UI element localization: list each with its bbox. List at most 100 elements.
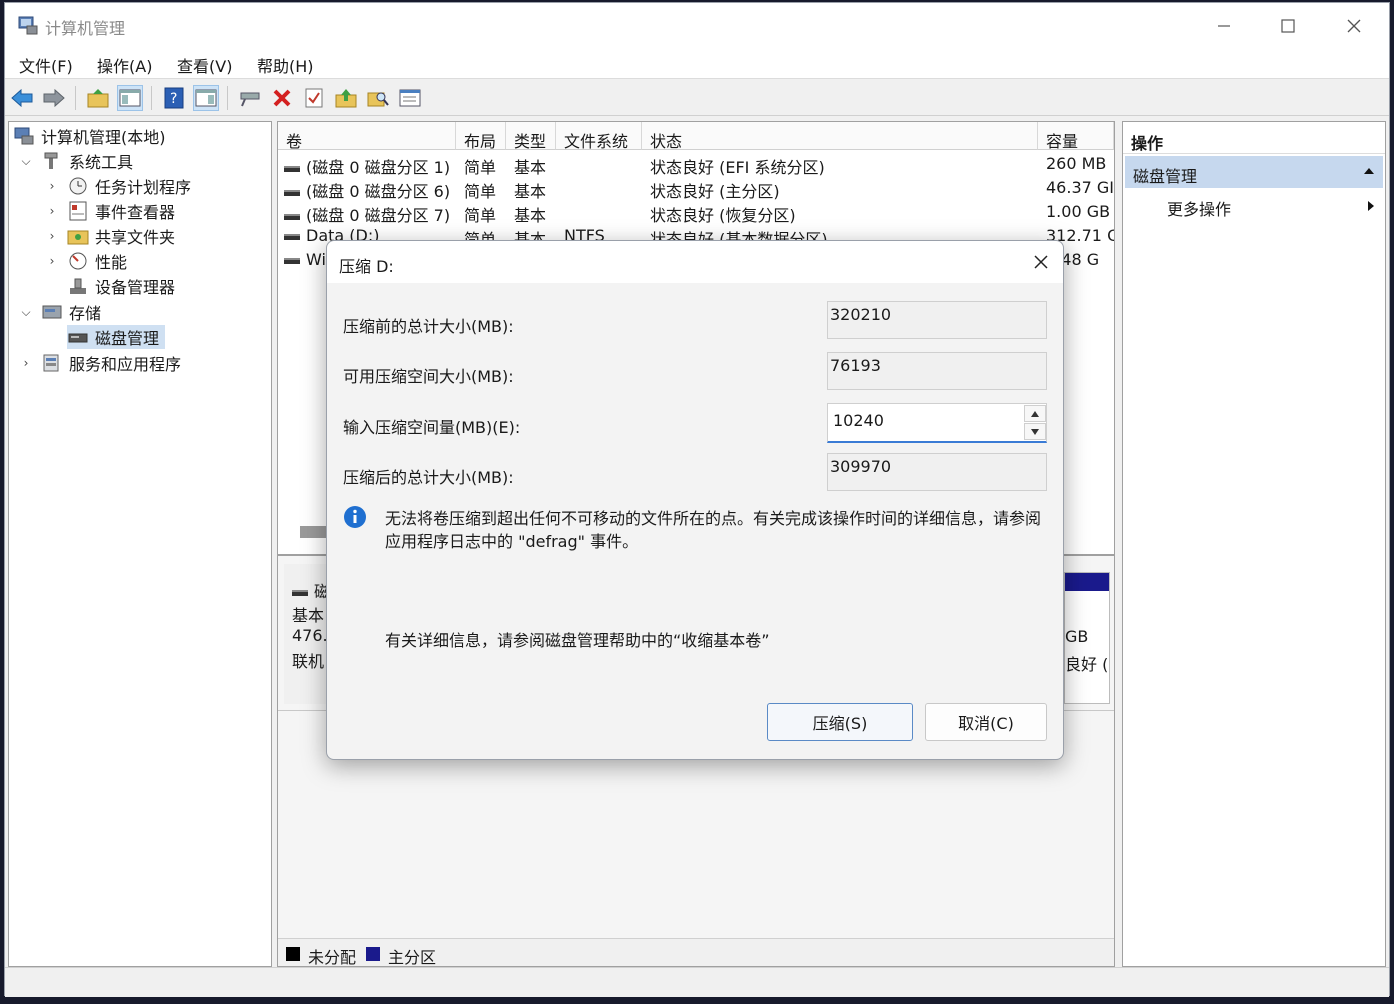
export-button[interactable]: [333, 85, 359, 111]
shrink-button[interactable]: 压缩(S): [767, 703, 913, 741]
legend: 未分配 主分区: [278, 938, 1114, 967]
volume-cell: (磁盘 0 磁盘分区 6): [284, 178, 454, 202]
forward-button[interactable]: [41, 85, 67, 111]
chevron-right-icon[interactable]: ›: [19, 356, 33, 370]
back-button[interactable]: [9, 85, 35, 111]
status-bar: [5, 967, 1389, 997]
computer-management-icon: [18, 16, 38, 35]
action-pane-button[interactable]: [193, 85, 219, 111]
spin-up-icon: [1031, 410, 1039, 417]
disk-icon: [284, 257, 300, 264]
disk-type: 基本: [292, 606, 325, 625]
chevron-right-icon[interactable]: ›: [45, 254, 59, 268]
chevron-right-icon[interactable]: ›: [45, 204, 59, 218]
layout-cell: 简单: [464, 182, 497, 201]
tree-item-task-scheduler[interactable]: › 任务计划程序: [45, 174, 191, 198]
disk-icon: [292, 589, 308, 596]
search-button[interactable]: [365, 85, 391, 111]
close-button[interactable]: [1331, 9, 1377, 43]
folder-search-icon: [367, 92, 389, 107]
tree-item-performance[interactable]: › 性能: [45, 249, 127, 273]
device-manager-icon: [70, 278, 86, 294]
cancel-button[interactable]: 取消(C): [925, 703, 1047, 741]
forward-arrow-icon: [43, 89, 65, 107]
tree-item-event-viewer[interactable]: › 事件查看器: [45, 199, 175, 223]
actions-section-disk-management[interactable]: 磁盘管理: [1125, 156, 1383, 188]
tree-item-services-apps[interactable]: › 服务和应用程序: [19, 351, 181, 375]
more-actions-item[interactable]: 更多操作: [1167, 196, 1231, 220]
shrink-amount-input[interactable]: 10240: [833, 411, 884, 430]
shrink-amount-stepper[interactable]: 10240: [827, 403, 1047, 443]
submenu-arrow-icon[interactable]: [1367, 200, 1375, 212]
dialog-close-button[interactable]: [1023, 245, 1059, 279]
connect-button[interactable]: [237, 85, 263, 111]
collapse-up-icon[interactable]: [1363, 167, 1375, 175]
type-cell: 基本: [514, 158, 547, 177]
chevron-down-icon[interactable]: ⌵: [19, 305, 33, 320]
spin-up-button[interactable]: [1024, 405, 1046, 422]
tree-label: 设备管理器: [95, 278, 176, 297]
minimize-button[interactable]: [1201, 9, 1247, 43]
column-header-type[interactable]: 类型: [506, 122, 556, 150]
total-before-label: 压缩前的总计大小(MB):: [343, 317, 514, 336]
tree-label: 事件查看器: [95, 203, 176, 222]
disk-icon: [284, 233, 300, 240]
type-cell: 基本: [514, 206, 547, 225]
menu-action[interactable]: 操作(A): [97, 53, 152, 77]
console-tree: 计算机管理(本地) ⌵ 系统工具 › 任务计划程序 › 事件查看器 › 共享文件…: [8, 121, 272, 967]
menu-view[interactable]: 查看(V): [177, 53, 232, 77]
check-button[interactable]: [301, 85, 327, 111]
available-field: 76193: [827, 352, 1047, 390]
volume-cell: (磁盘 0 磁盘分区 7): [284, 202, 454, 226]
info-icon: [344, 506, 366, 528]
partition-block[interactable]: GB 良好 (: [1064, 572, 1110, 704]
tree-item-system-tools[interactable]: ⌵ 系统工具: [19, 149, 133, 173]
table-row[interactable]: (磁盘 0 磁盘分区 7) 简单 基本 状态良好 (恢复分区) 1.00 GB: [278, 200, 1114, 226]
column-header-status[interactable]: 状态: [642, 122, 1038, 150]
window-title: 计算机管理: [45, 19, 126, 38]
show-hide-tree-button[interactable]: [117, 85, 143, 111]
capacity-cell: 260 MB: [1046, 154, 1107, 173]
horizontal-scrollbar-thumb[interactable]: [300, 526, 326, 538]
folder-arrow-icon: [335, 89, 357, 108]
disk-state: 联机: [292, 652, 325, 671]
menu-file[interactable]: 文件(F): [19, 53, 73, 77]
chevron-down-icon[interactable]: ⌵: [19, 154, 33, 169]
menu-help[interactable]: 帮助(H): [257, 53, 314, 77]
tree-item-storage[interactable]: ⌵ 存储: [19, 300, 101, 324]
chevron-right-icon[interactable]: ›: [45, 229, 59, 243]
tree-label: 性能: [95, 253, 128, 272]
folder-up-icon: [87, 89, 109, 108]
layout-cell: 简单: [464, 158, 497, 177]
tree-label: 磁盘管理: [95, 329, 160, 348]
spin-down-button[interactable]: [1024, 423, 1046, 440]
shrink-dialog: 压缩 D: 压缩前的总计大小(MB): 320210 可用压缩空间大小(MB):…: [326, 240, 1064, 760]
console-tree-icon: [119, 89, 141, 107]
column-header-volume[interactable]: 卷: [278, 122, 456, 150]
table-row[interactable]: (磁盘 0 磁盘分区 1) 简单 基本 状态良好 (EFI 系统分区) 260 …: [278, 152, 1114, 177]
maximize-button[interactable]: [1265, 9, 1311, 43]
disk-icon: [284, 165, 300, 172]
tree-item-root[interactable]: 计算机管理(本地): [13, 124, 166, 148]
tree-label: 计算机管理(本地): [41, 128, 166, 147]
checklist-icon: [305, 88, 323, 108]
chevron-right-icon[interactable]: ›: [45, 179, 59, 193]
layout-cell: 简单: [464, 206, 497, 225]
total-after-label: 压缩后的总计大小(MB):: [343, 468, 514, 487]
column-header-capacity[interactable]: 容量: [1038, 122, 1114, 150]
tree-item-shared-folders[interactable]: › 共享文件夹: [45, 224, 175, 248]
help-button[interactable]: ?: [161, 85, 187, 111]
properties-button[interactable]: [397, 85, 423, 111]
delete-x-icon: [273, 89, 291, 107]
available-label: 可用压缩空间大小(MB):: [343, 367, 514, 386]
column-header-layout[interactable]: 布局: [456, 122, 506, 150]
table-row[interactable]: (磁盘 0 磁盘分区 6) 简单 基本 状态良好 (主分区) 46.37 GI: [278, 176, 1114, 202]
up-level-button[interactable]: [85, 85, 111, 111]
services-icon: [43, 354, 59, 372]
disk-size: 476.: [292, 626, 328, 645]
help-message: 有关详细信息，请参阅磁盘管理帮助中的“收缩基本卷”: [385, 631, 770, 650]
column-header-filesystem[interactable]: 文件系统: [556, 122, 642, 150]
tree-item-disk-management[interactable]: 磁盘管理: [67, 325, 166, 349]
delete-button[interactable]: [269, 85, 295, 111]
tree-item-device-manager[interactable]: 设备管理器: [67, 274, 175, 298]
